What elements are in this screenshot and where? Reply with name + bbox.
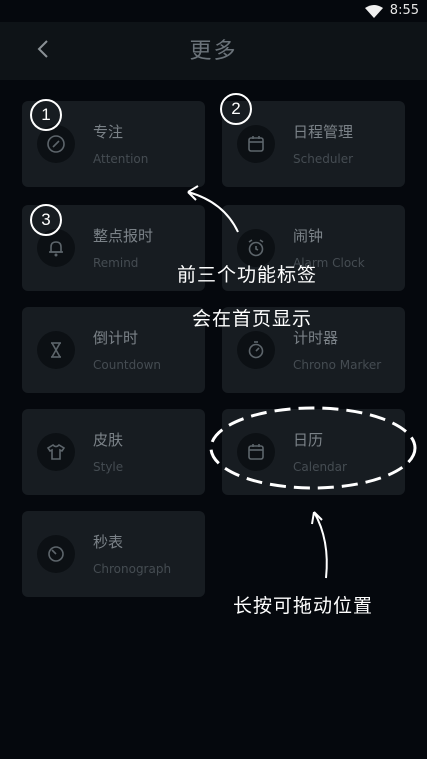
- card-label: 整点报时: [93, 227, 154, 245]
- card-label: 秒表: [93, 533, 124, 551]
- calendar-icon: [237, 125, 275, 163]
- annotation-line1: 前三个功能标签: [177, 264, 318, 286]
- badge-2: 2: [220, 93, 252, 125]
- card-calendar[interactable]: 日历 Calendar: [222, 409, 405, 495]
- stopwatch-icon: [237, 331, 275, 369]
- card-sublabel: Chrono Marker: [293, 358, 382, 372]
- card-label: 日程管理: [293, 123, 354, 141]
- page-title: 更多: [189, 39, 238, 64]
- card-sublabel: Scheduler: [293, 152, 354, 166]
- calendar-icon: [237, 433, 275, 471]
- annotation-line2: 会在首页显示: [192, 308, 313, 330]
- card-sublabel: Chronograph: [93, 562, 172, 576]
- card-sublabel: Countdown: [93, 358, 162, 372]
- hourglass-icon: [37, 331, 75, 369]
- card-style[interactable]: 皮肤 Style: [22, 409, 205, 495]
- card-countdown[interactable]: 倒计时 Countdown: [22, 307, 205, 393]
- card-sublabel: Style: [93, 460, 124, 474]
- badge-3: 3: [30, 204, 62, 236]
- annotation-drag-hint: 长按可拖动位置: [233, 595, 374, 617]
- card-sublabel: Remind: [93, 256, 139, 270]
- card-sublabel: Calendar: [293, 460, 347, 474]
- card-chronograph[interactable]: 秒表 Chronograph: [22, 511, 205, 597]
- app-header: 更多: [0, 22, 427, 80]
- tshirt-icon: [37, 433, 75, 471]
- status-bar: 8:55: [0, 0, 427, 22]
- card-label: 专注: [93, 123, 124, 141]
- badge-1: 1: [30, 99, 62, 131]
- card-label: 闹钟: [293, 227, 324, 245]
- card-label: 倒计时: [93, 329, 139, 347]
- card-label: 日历: [293, 431, 324, 449]
- timer-icon: [37, 535, 75, 573]
- card-sublabel: Attention: [93, 152, 149, 166]
- status-time: 8:55: [389, 3, 419, 18]
- card-label: 皮肤: [93, 431, 124, 449]
- arrow-annotation: [313, 511, 328, 579]
- wifi-icon: [365, 5, 383, 18]
